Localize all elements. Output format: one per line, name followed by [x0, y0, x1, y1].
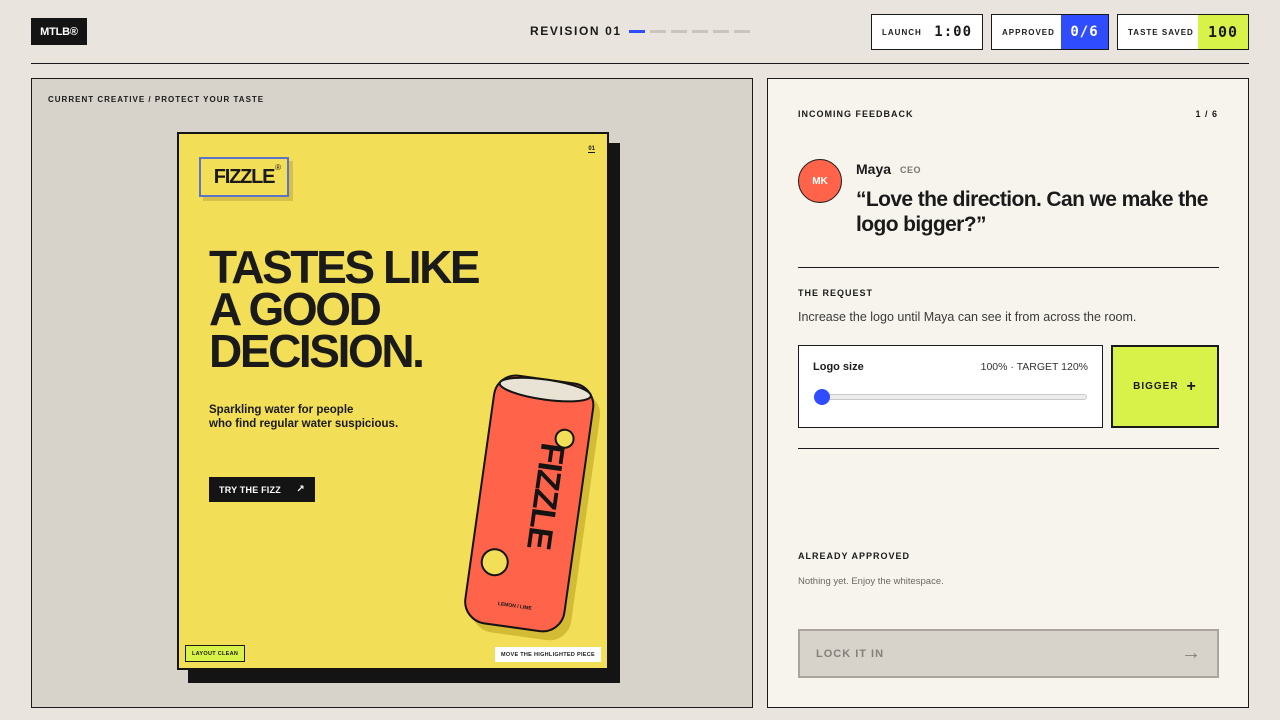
creative-panel-title: CURRENT CREATIVE / PROTECT YOUR TASTE — [48, 95, 265, 104]
revision-step — [671, 30, 687, 33]
creative-panel: CURRENT CREATIVE / PROTECT YOUR TASTE FI… — [31, 78, 753, 708]
can-illustration: FIZZLE LEMON / LIME — [464, 374, 601, 641]
taste-saved-value: 100 — [1198, 15, 1248, 49]
feedback-heading: INCOMING FEEDBACK — [798, 109, 914, 119]
move-hint-tag: MOVE THE HIGHLIGHTED PIECE — [495, 647, 601, 662]
revision-step — [734, 30, 750, 33]
bigger-label: BIGGER — [1133, 381, 1179, 392]
poster-logo[interactable]: FIZZLE ® — [199, 157, 289, 197]
divider — [798, 448, 1219, 449]
launch-timer: LAUNCH 1:00 — [871, 14, 983, 50]
revision-step — [650, 30, 666, 33]
ad-poster: FIZZLE ® 01 TASTES LIKE A GOOD DECISION.… — [177, 132, 609, 670]
request-text: Increase the logo until Maya can see it … — [798, 310, 1137, 324]
feedback-author-role: CEO — [900, 165, 922, 175]
poster-logo-text: FIZZLE — [213, 165, 276, 188]
approved-empty-text: Nothing yet. Enjoy the whitespace. — [798, 576, 944, 587]
plus-icon: + — [1186, 377, 1197, 395]
divider — [798, 267, 1219, 268]
slider-label: Logo size — [813, 361, 864, 373]
revision-progress — [629, 30, 750, 33]
slider-thumb[interactable] — [814, 389, 830, 405]
layout-status-tag: LAYOUT CLEAN — [185, 645, 246, 662]
arrow-up-right-icon: ↗ — [296, 484, 305, 495]
feedback-quote: “Love the direction. Can we make the log… — [856, 188, 1208, 236]
launch-label: LAUNCH — [882, 27, 922, 37]
request-heading: THE REQUEST — [798, 288, 874, 298]
poster-subhead[interactable]: Sparkling water for people who find regu… — [209, 403, 429, 431]
approved-label: APPROVED — [1002, 27, 1055, 37]
approved-counter: APPROVED 0/6 — [991, 14, 1109, 50]
bigger-button[interactable]: BIGGER + — [1111, 345, 1219, 428]
poster-headline[interactable]: TASTES LIKE A GOOD DECISION. — [209, 244, 529, 374]
revision-label: REVISION 01 — [530, 24, 622, 38]
revision-step — [692, 30, 708, 33]
cta-label: TRY THE FIZZ — [219, 484, 281, 495]
revision-step — [713, 30, 729, 33]
approved-value: 0/6 — [1061, 15, 1108, 49]
revision-step — [629, 30, 645, 33]
lock-it-in-button[interactable]: LOCK IT IN → — [798, 629, 1219, 678]
product-can[interactable]: FIZZLE LEMON / LIME — [451, 370, 601, 641]
poster-cta-button[interactable]: TRY THE FIZZ ↗ — [209, 477, 315, 502]
launch-value: 1:00 — [934, 24, 972, 40]
approved-heading: ALREADY APPROVED — [798, 551, 911, 561]
poster-page-number: 01 — [588, 146, 595, 153]
taste-saved-score: TASTE SAVED 100 — [1117, 14, 1249, 50]
feedback-author-name: Maya — [856, 161, 892, 177]
arrow-right-icon: → — [1181, 642, 1201, 664]
logo-size-slider[interactable] — [814, 389, 1087, 405]
taste-saved-label: TASTE SAVED — [1128, 27, 1194, 37]
lock-label: LOCK IT IN — [816, 647, 885, 660]
brand-logo: MTLB® — [31, 18, 87, 45]
header-divider — [31, 63, 1249, 64]
feedback-counter: 1 / 6 — [1195, 109, 1218, 119]
logo-size-control: Logo size 100% · TARGET 120% — [798, 345, 1103, 428]
registered-mark: ® — [275, 163, 281, 172]
slider-readout: 100% · TARGET 120% — [980, 361, 1088, 373]
feedback-panel: INCOMING FEEDBACK 1 / 6 MK Maya CEO “Lov… — [767, 78, 1249, 708]
avatar: MK — [798, 159, 842, 203]
